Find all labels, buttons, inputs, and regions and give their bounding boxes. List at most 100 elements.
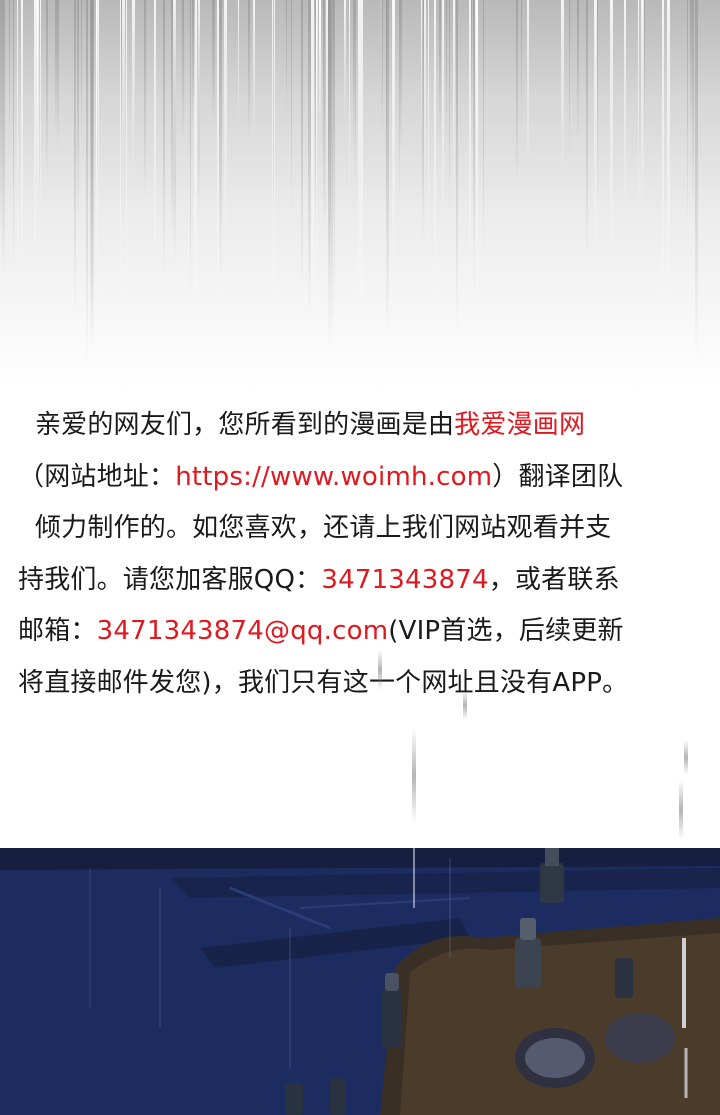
rain-streak (333, 0, 334, 245)
rain-streak (219, 0, 222, 275)
rain-streak (399, 0, 400, 204)
rain-streak (422, 0, 424, 247)
rain-streak (692, 0, 694, 206)
email-link[interactable]: 3471343874@qq.com (97, 616, 389, 646)
rain-streak (120, 0, 121, 338)
notice-line-2: （网站地址：https://www.woimh.com）翻译团队 (18, 452, 708, 504)
rain-streak (190, 0, 191, 313)
notice-line-6: 将直接邮件发您)，我们只有这一个网址且没有APP。 (18, 658, 708, 710)
site-name-link[interactable]: 我爱漫画网 (454, 410, 585, 440)
rain-panel-top (0, 0, 720, 390)
rain-streak (662, 0, 664, 325)
rain-streak (198, 0, 200, 154)
rain-streak (569, 0, 570, 162)
rain-streak (349, 0, 350, 224)
rain-streak (154, 0, 156, 298)
rain-streak (624, 0, 626, 219)
rain-streak (273, 0, 274, 255)
rain-drop (412, 728, 416, 823)
rain-streak (386, 0, 387, 209)
rain-streak (442, 0, 444, 239)
rain-streak (610, 0, 613, 268)
rain-streak (286, 0, 287, 120)
rain-streak (182, 0, 184, 144)
rain-streak (561, 0, 564, 172)
rain-streak (434, 0, 436, 317)
comic-page: 亲爱的网友们，您所看到的漫画是由我爱漫画网 （网站地址：https://www.… (0, 0, 720, 1115)
rain-streak (695, 0, 698, 361)
rain-streak (439, 0, 441, 142)
rain-streak (248, 0, 250, 143)
rain-drop (679, 780, 683, 840)
email-prefix: 邮箱： (18, 616, 97, 646)
rain-streak (577, 0, 579, 142)
rain-streak (126, 0, 127, 364)
rain-streak (428, 0, 429, 297)
rain-drop (463, 690, 467, 720)
rain-streak (392, 0, 395, 285)
rain-streak (586, 0, 588, 260)
notice-line-4: 持我们。请您加客服QQ：3471343874，或者联系 (18, 555, 708, 607)
rain-streak (316, 0, 317, 372)
rain-streak (58, 0, 59, 158)
rain-streak (527, 0, 529, 179)
rain-streak (358, 0, 361, 324)
rain-streak (122, 0, 125, 268)
notice-line-5: 邮箱：3471343874@qq.com(VIP首选，后续更新 (18, 606, 708, 658)
rain-streak (597, 0, 598, 209)
qq-suffix: ，或者联系 (488, 564, 620, 595)
rain-streak (163, 0, 165, 278)
rain-streak (667, 0, 670, 314)
rain-streak (46, 0, 48, 179)
rain-streaks (0, 0, 698, 372)
night-scene-illustration (0, 848, 720, 1115)
rain-streak (91, 0, 94, 341)
rain-streak (687, 0, 688, 233)
rain-streak (301, 0, 303, 294)
rain-streak (690, 0, 692, 129)
rain-streak (17, 0, 18, 303)
rain-streak (9, 0, 10, 151)
rain-streak (121, 0, 122, 141)
rain-streak (238, 0, 239, 135)
rain-streak (473, 0, 474, 249)
rain-streak (192, 0, 195, 121)
rain-streak (21, 0, 23, 303)
rain-streak (424, 0, 426, 193)
rain-streak (96, 0, 97, 314)
rain-drop (378, 650, 382, 690)
rain-streak (253, 0, 255, 140)
rain-streak (353, 0, 355, 150)
site-url-link[interactable]: https://www.woimh.com (175, 462, 492, 492)
rain-streak (361, 0, 363, 349)
rain-streak (328, 0, 330, 354)
rain-streak (483, 0, 484, 265)
rain-streak (469, 0, 471, 315)
night-scene-panel (0, 848, 720, 1115)
translation-notice: 亲爱的网友们，您所看到的漫画是由我爱漫画网 （网站地址：https://www.… (18, 400, 708, 709)
notice-intro-text: 亲爱的网友们，您所看到的漫画是由 (34, 410, 455, 440)
rain-streak (639, 0, 641, 184)
rain-streak (224, 0, 227, 239)
rain-streak (476, 0, 478, 355)
rain-streak (173, 0, 176, 182)
rain-streak (323, 0, 326, 234)
rain-streak (471, 0, 472, 124)
rain-streak (330, 0, 333, 350)
email-suffix: (VIP首选，后续更新 (388, 616, 624, 646)
qq-prefix: 持我们。请您加客服QQ： (18, 564, 322, 595)
rain-streak (74, 0, 76, 316)
rain-streak (291, 0, 292, 221)
rain-streak (134, 0, 135, 127)
address-prefix: （网站地址： (18, 461, 176, 492)
rain-streak (36, 0, 38, 210)
notice-line-3: 倾力制作的。如您喜欢，还请上我们网站观看并支 (18, 503, 708, 555)
rain-streak (132, 0, 134, 180)
rain-streak (641, 0, 644, 212)
rain-streak (516, 0, 518, 189)
rain-streak (400, 0, 402, 152)
rain-streak (144, 0, 146, 201)
qq-number[interactable]: 3471343874 (321, 565, 488, 595)
rain-streak (81, 0, 82, 146)
rain-streak (40, 0, 41, 249)
